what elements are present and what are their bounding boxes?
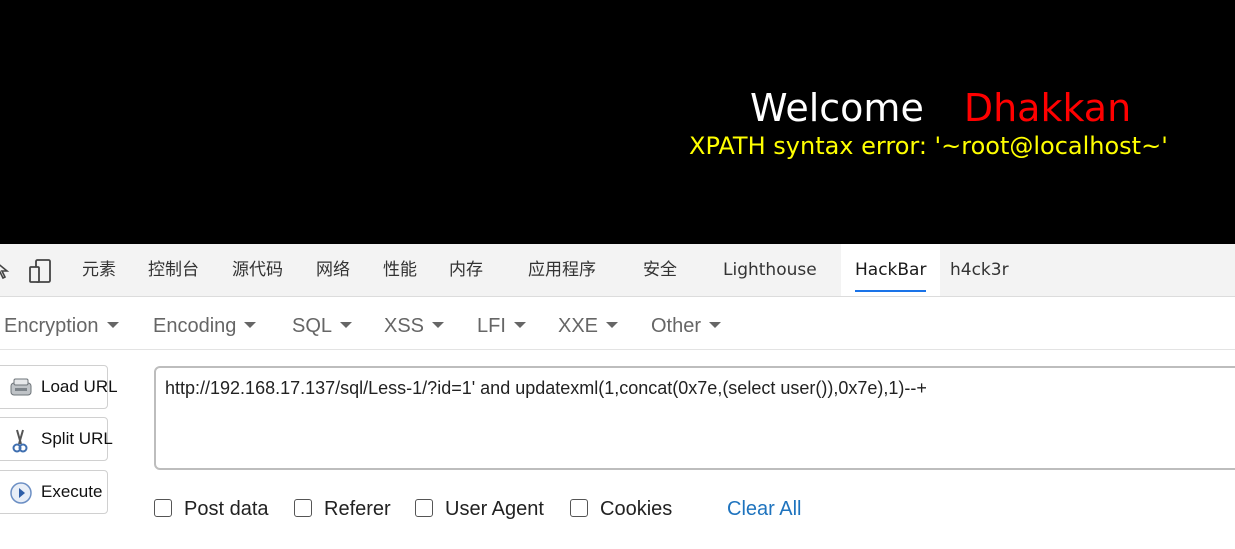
execute-label: Execute [41, 482, 103, 501]
execute-button[interactable]: Execute [0, 470, 108, 514]
menu-xxe-label: XXE [558, 315, 599, 337]
split-url-label: Split URL [41, 429, 113, 448]
chevron-down-icon [606, 321, 619, 328]
tab-hackbar[interactable]: HackBar [841, 244, 941, 296]
menu-encoding-label: Encoding [153, 315, 237, 337]
tab-application[interactable]: 应用程序 [528, 244, 596, 296]
sql-error-message: XPATH syntax error: '~root@localhost~' [689, 132, 1168, 160]
cookies-option[interactable]: Cookies [570, 497, 672, 521]
menu-sql-label: SQL [292, 315, 333, 337]
chevron-down-icon [709, 321, 722, 328]
menu-lfi-label: LFI [477, 315, 506, 337]
referer-checkbox[interactable] [294, 498, 312, 517]
tab-lighthouse[interactable]: Lighthouse [723, 244, 817, 296]
welcome-heading: Welcome Dhakkan [750, 86, 1131, 130]
load-url-label: Load URL [41, 377, 118, 396]
welcome-text: Welcome [750, 86, 924, 130]
referer-option[interactable]: Referer [294, 497, 391, 521]
post-data-option[interactable]: Post data [154, 497, 269, 521]
chevron-down-icon [432, 321, 445, 328]
chevron-down-icon [106, 321, 119, 328]
tab-network[interactable]: 网络 [316, 244, 350, 296]
play-icon [9, 481, 32, 504]
user-agent-option[interactable]: User Agent [415, 497, 544, 521]
menu-encryption-label: Encryption [4, 315, 99, 337]
menu-lfi[interactable]: LFI [477, 303, 526, 349]
tab-elements[interactable]: 元素 [82, 244, 116, 296]
tab-sources[interactable]: 源代码 [232, 244, 283, 296]
menu-xss[interactable]: XSS [384, 303, 445, 349]
referer-label: Referer [324, 498, 391, 520]
load-url-button[interactable]: Load URL [0, 365, 118, 409]
welcome-name: Dhakkan [963, 86, 1132, 130]
post-data-label: Post data [184, 498, 269, 520]
cookies-checkbox[interactable] [570, 498, 588, 517]
tab-memory[interactable]: 内存 [449, 244, 483, 296]
device-toolbar-icon[interactable] [28, 258, 52, 284]
tab-console[interactable]: 控制台 [148, 244, 199, 296]
clear-all-link[interactable]: Clear All [727, 497, 801, 521]
menu-xxe[interactable]: XXE [558, 303, 619, 349]
user-agent-checkbox[interactable] [415, 498, 433, 517]
cookies-label: Cookies [600, 498, 673, 520]
scissors-icon [9, 428, 31, 453]
menu-encoding[interactable]: Encoding [153, 303, 257, 349]
tab-performance[interactable]: 性能 [383, 244, 417, 296]
tab-security[interactable]: 安全 [643, 244, 677, 296]
menu-other-label: Other [651, 315, 702, 337]
tab-h4ck3r[interactable]: h4ck3r [950, 244, 1009, 296]
user-agent-label: User Agent [445, 498, 544, 520]
menu-sql[interactable]: SQL [292, 303, 353, 349]
post-data-checkbox[interactable] [154, 498, 172, 517]
split-url-button[interactable]: Split URL [0, 417, 113, 461]
chevron-down-icon [513, 321, 526, 328]
url-textarea[interactable]: http://192.168.17.137/sql/Less-1/?id=1' … [154, 366, 1235, 470]
menu-encryption[interactable]: Encryption [4, 303, 119, 349]
rendered-page: Welcome Dhakkan XPATH syntax error: '~roo… [0, 0, 1235, 244]
menu-xss-label: XSS [384, 315, 425, 337]
menu-other[interactable]: Other [651, 303, 722, 349]
chevron-down-icon [244, 321, 257, 328]
hackbar-menu-bar: Encryption Encoding SQL XSS LFI XXE Othe… [0, 303, 1235, 350]
chevron-down-icon [340, 321, 353, 328]
inspect-element-icon[interactable] [0, 260, 10, 280]
load-url-icon [9, 376, 32, 398]
devtools-tab-bar: 元素 控制台 源代码 网络 性能 内存 应用程序 安全 Lighthouse H… [0, 244, 1235, 297]
